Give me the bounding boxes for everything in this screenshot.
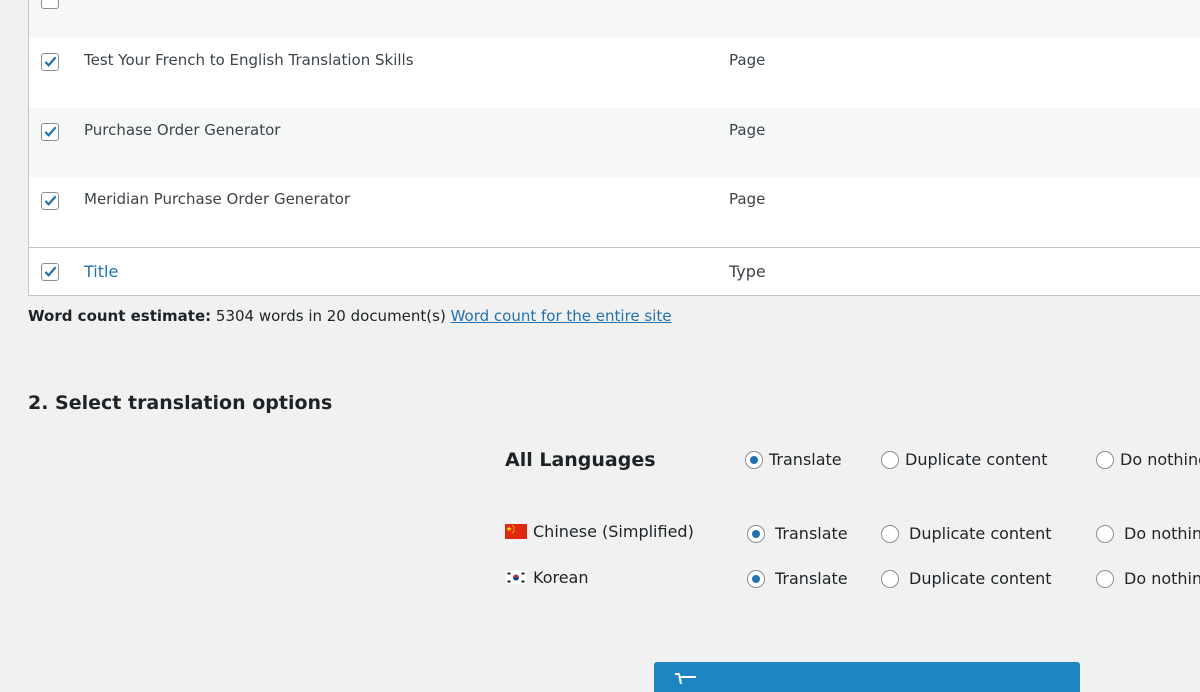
option-label: Do nothing: [1124, 524, 1200, 543]
basket-icon: [675, 673, 696, 684]
option-label: Translate: [775, 524, 848, 543]
row-title[interactable]: Meridian Purchase Order Generator: [84, 190, 350, 208]
section-title: 2. Select translation options: [28, 392, 333, 414]
option-label: Translate: [775, 569, 848, 588]
row-type: Page: [729, 190, 766, 208]
add-to-basket-button[interactable]: [654, 662, 1080, 692]
radio-icon[interactable]: [881, 450, 899, 469]
korean-do-nothing-option[interactable]: Do nothing: [1096, 569, 1200, 588]
chinese-duplicate-option[interactable]: Duplicate content: [881, 524, 1052, 543]
radio-icon[interactable]: [1096, 524, 1114, 543]
option-label: Do nothing: [1124, 569, 1200, 588]
chinese-do-nothing-option[interactable]: Do nothing: [1096, 524, 1200, 543]
select-all-checkbox[interactable]: [41, 263, 59, 281]
radio-icon[interactable]: [1096, 450, 1114, 469]
row-checkbox[interactable]: [41, 53, 59, 71]
language-name: Chinese (Simplified): [533, 522, 694, 541]
radio-icon[interactable]: [747, 569, 765, 588]
row-type: Page: [729, 121, 766, 139]
table-footer-row: Title Type: [29, 247, 1200, 295]
language-label-korean: Korean: [505, 568, 589, 587]
radio-icon[interactable]: [745, 450, 763, 469]
radio-icon[interactable]: [1096, 569, 1114, 588]
documents-table: Test Your French to English Translation …: [28, 0, 1200, 296]
chinese-translate-option[interactable]: Translate: [747, 524, 848, 543]
column-title-header[interactable]: Title: [84, 262, 118, 281]
row-type: Page: [729, 51, 766, 69]
word-count-value: 5304 words in 20 document(s): [215, 307, 446, 325]
row-checkbox[interactable]: [41, 123, 59, 141]
china-flag-icon: [505, 524, 527, 539]
word-count-estimate: Word count estimate: 5304 words in 20 do…: [28, 307, 672, 325]
word-count-label: Word count estimate:: [28, 307, 212, 325]
option-label: Do nothing: [1120, 450, 1200, 469]
all-translate-option[interactable]: Translate: [745, 450, 842, 469]
radio-icon[interactable]: [747, 524, 765, 543]
all-do-nothing-option[interactable]: Do nothing: [1096, 450, 1200, 469]
option-label: Duplicate content: [905, 450, 1048, 469]
word-count-site-link[interactable]: Word count for the entire site: [451, 307, 672, 325]
korean-duplicate-option[interactable]: Duplicate content: [881, 569, 1052, 588]
row-checkbox[interactable]: [41, 0, 59, 9]
column-type-header: Type: [729, 262, 766, 281]
radio-icon[interactable]: [881, 569, 899, 588]
row-checkbox[interactable]: [41, 192, 59, 210]
option-label: Translate: [769, 450, 842, 469]
all-languages-label: All Languages: [505, 449, 656, 471]
table-row: Test Your French to English Translation …: [29, 38, 1200, 108]
table-row: Meridian Purchase Order Generator Page: [29, 177, 1200, 247]
language-name: Korean: [533, 568, 589, 587]
table-row: [29, 0, 1200, 38]
row-title[interactable]: Test Your French to English Translation …: [84, 51, 414, 69]
language-label-chinese: Chinese (Simplified): [505, 522, 694, 541]
korean-translate-option[interactable]: Translate: [747, 569, 848, 588]
row-title[interactable]: Purchase Order Generator: [84, 121, 280, 139]
table-row: Purchase Order Generator Page: [29, 108, 1200, 177]
all-duplicate-option[interactable]: Duplicate content: [881, 450, 1048, 469]
option-label: Duplicate content: [909, 569, 1052, 588]
korea-flag-icon: [505, 570, 527, 585]
radio-icon[interactable]: [881, 524, 899, 543]
option-label: Duplicate content: [909, 524, 1052, 543]
